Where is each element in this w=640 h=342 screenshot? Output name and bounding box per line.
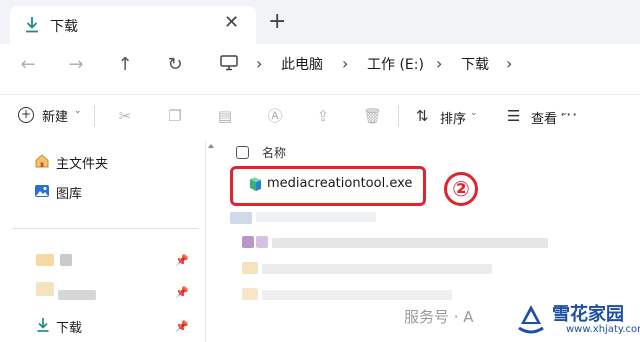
select-all-checkbox[interactable] <box>236 146 249 159</box>
rename-icon[interactable]: Ⓐ <box>266 107 284 125</box>
blurred-row <box>272 238 548 248</box>
up-button[interactable]: ↑ <box>113 53 137 77</box>
close-tab-button[interactable]: ✕ <box>224 13 239 33</box>
home-icon <box>35 154 49 168</box>
command-toolbar: + 新建 ⌄ ✂ ❐ ▤ Ⓐ ⇪ 🗑 ⇅ 排序 ⌄ ☰ 查看 ⌄ ··· <box>0 94 640 136</box>
chevron-down-icon: ⌄ <box>74 106 82 116</box>
breadcrumb-separator: › <box>256 54 263 73</box>
paste-icon[interactable]: ▤ <box>216 107 234 125</box>
highlight-box <box>230 166 426 206</box>
cut-icon[interactable]: ✂ <box>116 107 134 125</box>
sort-label: 排序 <box>440 112 467 127</box>
blurred-icon <box>256 236 268 248</box>
blurred-row <box>262 264 492 274</box>
delete-icon[interactable]: 🗑 <box>363 107 382 125</box>
watermark-text: 服务号 · A <box>404 308 474 326</box>
view-label: 查看 <box>531 112 558 127</box>
refresh-button[interactable]: ↻ <box>163 53 187 77</box>
sort-icon: ⇅ <box>416 107 429 125</box>
pin-icon: 📌 <box>175 254 189 267</box>
tab-downloads[interactable]: 下载 ✕ <box>10 6 256 44</box>
tab-title: 下载 <box>50 19 78 35</box>
plus-icon: + <box>18 107 34 123</box>
breadcrumb-separator[interactable]: › <box>506 54 512 73</box>
blurred-row <box>262 290 452 300</box>
watermark-logo-title: 雪花家园 <box>552 304 624 325</box>
copy-icon[interactable]: ❐ <box>166 107 184 125</box>
sidebar-item-label: 下载 <box>56 321 83 336</box>
column-header-name[interactable]: 名称 <box>262 144 286 161</box>
navigation-pane: 主文件夹 图库 📌 📌 下载 📌 <box>0 140 205 342</box>
pin-icon: 📌 <box>175 286 189 299</box>
breadcrumb-drive-e[interactable]: 工作 (E:) <box>367 54 424 74</box>
sidebar-item-label: 主文件夹 <box>56 157 109 172</box>
forward-button[interactable]: → <box>64 53 88 77</box>
share-icon[interactable]: ⇪ <box>314 107 332 125</box>
download-icon <box>26 17 38 33</box>
address-bar: ← → ↑ ↻ › 此电脑 › 工作 (E:) › 下载 › <box>0 44 640 86</box>
step-annotation: ② <box>444 172 478 206</box>
watermark-logo-url: www.xhjaty.com <box>566 324 640 335</box>
snowflake-logo-icon <box>518 305 544 334</box>
title-bar: 下载 ✕ + <box>0 0 640 44</box>
new-tab-button[interactable]: + <box>268 11 286 33</box>
download-icon <box>37 318 49 332</box>
breadcrumb-separator: › <box>436 54 443 73</box>
toolbar-divider <box>94 105 95 127</box>
blurred-folder-icon <box>36 282 54 296</box>
sidebar-divider <box>12 228 198 229</box>
more-options-button[interactable]: ··· <box>560 105 578 124</box>
breadcrumb-downloads[interactable]: 下载 <box>461 54 489 74</box>
blurred-icon <box>242 262 258 274</box>
gallery-icon <box>35 185 49 197</box>
back-button[interactable]: ← <box>16 53 40 77</box>
blurred-row <box>230 212 252 224</box>
toolbar-divider <box>398 105 399 127</box>
blurred-folder-icon <box>36 254 54 266</box>
blurred-label <box>58 290 96 300</box>
chevron-down-icon: ⌄ <box>470 108 478 118</box>
blurred-icon <box>242 236 254 248</box>
blurred-label <box>60 254 72 266</box>
this-pc-icon[interactable] <box>220 55 238 71</box>
blurred-icon <box>242 288 258 300</box>
blurred-row <box>256 212 376 222</box>
breadcrumb-this-pc[interactable]: 此电脑 <box>281 54 323 74</box>
view-icon: ☰ <box>507 107 521 125</box>
pin-icon: 📌 <box>175 320 189 333</box>
sidebar-item-label: 图库 <box>56 187 83 202</box>
breadcrumb-separator: › <box>342 54 349 73</box>
new-label: 新建 <box>42 110 69 125</box>
